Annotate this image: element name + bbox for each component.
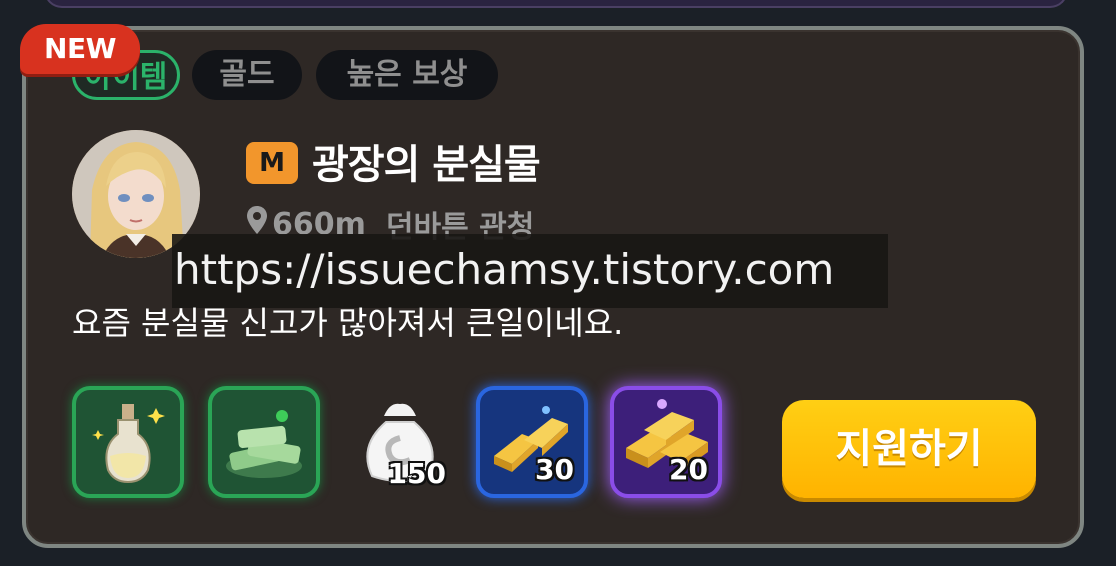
gold-stack-qty: 20 — [669, 453, 708, 486]
top-panel-edge — [44, 0, 1068, 8]
reward-money-bag[interactable]: 150 — [344, 386, 456, 498]
quest-description: 요즘 분실물 신고가 많아져서 큰일이네요. — [72, 304, 624, 342]
potion-icon — [92, 404, 165, 484]
reward-gold-bars[interactable]: 30 — [476, 386, 588, 498]
cash-pile-icon — [226, 410, 302, 478]
money-bag-qty: 150 — [387, 457, 446, 490]
reward-gold-stack[interactable]: 20 — [610, 386, 722, 498]
new-badge: NEW — [20, 24, 140, 74]
grade-badge: M — [246, 142, 298, 184]
gold-bars-qty: 30 — [535, 453, 574, 486]
apply-button[interactable]: 지원하기 — [782, 400, 1036, 498]
quest-title: 광장의 분실물 — [312, 142, 541, 188]
watermark-url: https://issuechamsy.tistory.com — [172, 234, 888, 308]
reward-potion[interactable] — [72, 386, 184, 498]
reward-cash[interactable] — [208, 386, 320, 498]
tag-high-reward: 높은 보상 — [316, 50, 498, 100]
tag-gold: 골드 — [192, 50, 302, 100]
